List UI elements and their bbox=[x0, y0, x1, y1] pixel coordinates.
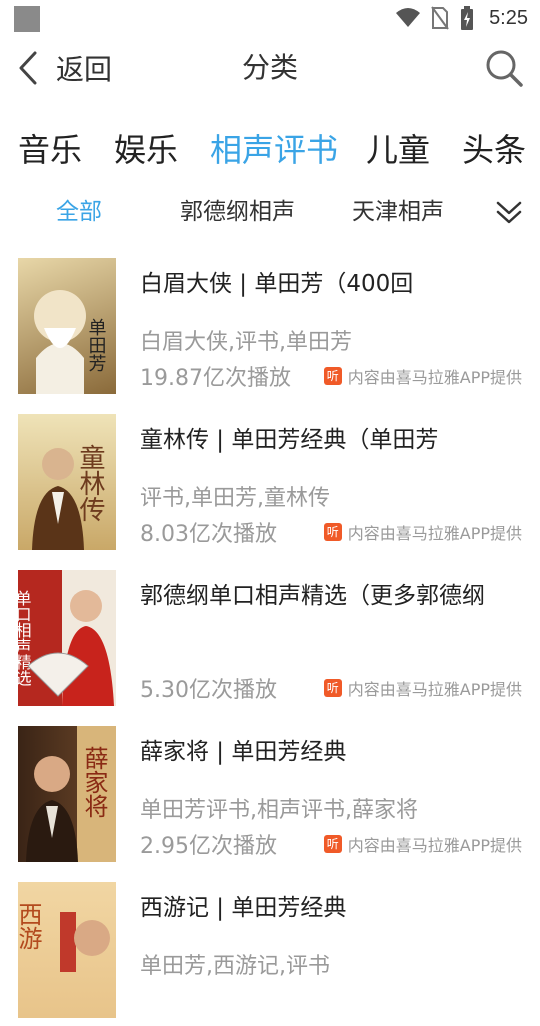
list-item[interactable]: 单田芳 白眉大侠 | 单田芳（400回 白眉大侠,评书,单田芳 19.87亿次播… bbox=[0, 246, 540, 402]
tab-crosstalk-storytelling[interactable]: 相声评书 bbox=[210, 124, 338, 176]
cover-title: 童林传 bbox=[75, 444, 105, 522]
album-title: 薛家将 | 单田芳经典 bbox=[140, 739, 347, 765]
wifi-icon bbox=[396, 8, 421, 27]
header: 返回 分类 bbox=[0, 36, 540, 100]
clock: 5:25 bbox=[489, 6, 528, 29]
album-cover: 童林传 bbox=[18, 414, 116, 550]
play-count: 19.87亿次播放 bbox=[140, 366, 291, 391]
album-cover: 单口相声精选 bbox=[18, 570, 116, 706]
album-title: 白眉大侠 | 单田芳（400回 bbox=[140, 271, 414, 297]
page-title: 分类 bbox=[241, 51, 298, 84]
album-tags: 评书,单田芳,童林传 bbox=[140, 486, 330, 511]
content-source: 听 内容由喜马拉雅APP提供 bbox=[323, 364, 522, 388]
source-label: 内容由喜马拉雅APP提供 bbox=[347, 524, 522, 543]
subtab-guo-degang[interactable]: 郭德纲相声 bbox=[180, 190, 295, 234]
subtab-tianjin-crosstalk[interactable]: 天津相声 bbox=[352, 190, 444, 234]
tab-kids[interactable]: 儿童 bbox=[366, 124, 430, 176]
album-tags: 单田芳,西游记,评书 bbox=[140, 954, 330, 979]
list-item[interactable]: 童林传 童林传 | 单田芳经典（单田芳 评书,单田芳,童林传 8.03亿次播放 … bbox=[0, 402, 540, 558]
cover-art: 单田芳 bbox=[34, 290, 107, 394]
album-title: 西游记 | 单田芳经典 bbox=[140, 895, 347, 921]
cover-art: 童林传 bbox=[32, 444, 105, 550]
list-item[interactable]: 薛家将 薛家将 | 单田芳经典 单田芳评书,相声评书,薛家将 2.95亿次播放 … bbox=[0, 714, 540, 870]
album-title: 童林传 | 单田芳经典（单田芳 bbox=[140, 427, 439, 453]
list-item[interactable]: 单口相声精选 郭德纲单口相声精选（更多郭德纲 5.30亿次播放 听 内容由喜马拉… bbox=[0, 558, 540, 714]
album-cover: 西游 bbox=[18, 882, 116, 1018]
subcategory-tabs: 全部 郭德纲相声 天津相声 bbox=[0, 190, 540, 234]
notification-icon bbox=[14, 6, 40, 32]
source-label: 内容由喜马拉雅APP提供 bbox=[347, 680, 522, 699]
album-cover: 薛家将 bbox=[18, 726, 116, 862]
album-tags: 单田芳评书,相声评书,薛家将 bbox=[140, 798, 418, 823]
source-label: 内容由喜马拉雅APP提供 bbox=[347, 368, 522, 387]
double-chevron-down-icon bbox=[496, 201, 522, 224]
status-icons: 5:25 bbox=[395, 4, 528, 32]
content-source: 听 内容由喜马拉雅APP提供 bbox=[323, 520, 522, 544]
no-sim-icon bbox=[431, 6, 449, 30]
ximalaya-icon: 听 bbox=[323, 523, 342, 541]
expand-subtabs-button[interactable] bbox=[494, 198, 524, 228]
ximalaya-icon: 听 bbox=[323, 835, 342, 853]
list-item[interactable]: 西游 西游记 | 单田芳经典 单田芳,西游记,评书 bbox=[0, 870, 540, 1026]
tab-headlines[interactable]: 头条 bbox=[462, 124, 526, 176]
status-bar: 5:25 bbox=[0, 0, 540, 36]
cover-title: 单田芳 bbox=[86, 318, 107, 372]
album-title: 郭德纲单口相声精选（更多郭德纲 bbox=[140, 583, 485, 609]
subtab-all[interactable]: 全部 bbox=[56, 190, 102, 234]
category-tabs: 音乐 娱乐 相声评书 儿童 头条 bbox=[0, 124, 540, 176]
tab-music[interactable]: 音乐 bbox=[18, 124, 82, 176]
ximalaya-icon: 听 bbox=[323, 367, 342, 385]
play-count: 8.03亿次播放 bbox=[140, 522, 277, 547]
cover-title: 单口相声精选 bbox=[18, 590, 32, 687]
source-label: 内容由喜马拉雅APP提供 bbox=[347, 836, 522, 855]
album-tags: 白眉大侠,评书,单田芳 bbox=[140, 330, 352, 355]
ximalaya-icon: 听 bbox=[323, 679, 342, 697]
play-count: 5.30亿次播放 bbox=[140, 678, 277, 703]
cover-title: 薛家将 bbox=[80, 746, 108, 818]
cover-art: 单口相声精选 bbox=[18, 590, 114, 706]
battery-charging-icon bbox=[461, 6, 474, 30]
album-cover: 单田芳 bbox=[18, 258, 116, 394]
search-button[interactable] bbox=[484, 48, 524, 88]
cover-art: 西游 bbox=[18, 902, 110, 972]
tab-entertainment[interactable]: 娱乐 bbox=[114, 124, 178, 176]
content-source: 听 内容由喜马拉雅APP提供 bbox=[323, 676, 522, 700]
content-source: 听 内容由喜马拉雅APP提供 bbox=[323, 832, 522, 856]
play-count: 2.95亿次播放 bbox=[140, 834, 277, 859]
cover-title: 西游 bbox=[18, 902, 42, 950]
cover-art: 薛家将 bbox=[26, 746, 108, 862]
search-icon bbox=[486, 50, 523, 87]
